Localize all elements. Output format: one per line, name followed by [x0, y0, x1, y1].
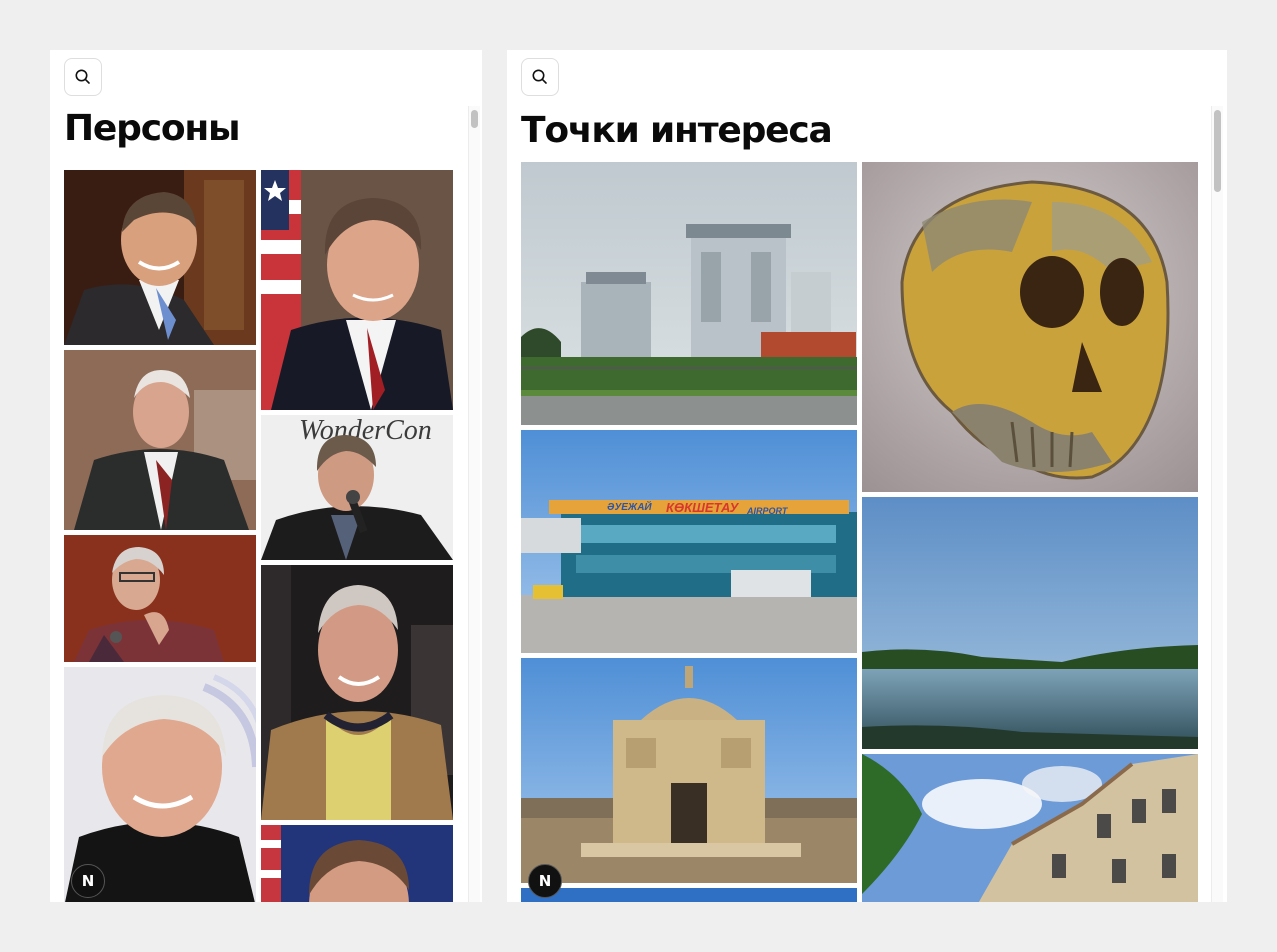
person-photo[interactable] [64, 535, 256, 662]
scrollbar-thumb[interactable] [1214, 110, 1221, 192]
airport-sign-right: AIRPORT [746, 506, 789, 516]
poi-photo-airport[interactable]: ӘУЕЖАЙ КӨКШЕТАУ AIRPORT [521, 430, 857, 653]
scrollbar[interactable] [1211, 106, 1223, 902]
poi-photo-lake[interactable] [862, 497, 1198, 749]
person-photo[interactable] [261, 565, 453, 820]
poi-photo[interactable] [521, 888, 857, 902]
pois-panel: Точки интереса ӘУЕЖАЙ КӨКШЕТАУ AIRPORT N [507, 50, 1227, 902]
person-photo[interactable] [64, 350, 256, 530]
search-icon [75, 69, 90, 84]
airport-sign-center: КӨКШЕТАУ [666, 500, 740, 515]
search-button[interactable] [521, 58, 559, 96]
person-photo[interactable] [64, 170, 256, 345]
person-photo[interactable] [261, 170, 453, 410]
poi-photo-skull[interactable] [862, 162, 1198, 492]
search-button[interactable] [64, 58, 102, 96]
airport-sign-left: ӘУЕЖАЙ [607, 500, 652, 513]
page-title: Точки интереса [521, 110, 833, 151]
person-photo[interactable] [261, 825, 453, 902]
poi-photo-city-building[interactable] [862, 754, 1198, 902]
nextjs-logo-icon[interactable]: N [71, 864, 105, 898]
scrollbar[interactable] [468, 106, 480, 902]
person-photo[interactable]: WonderCon [261, 415, 453, 560]
poi-photo-power-plant[interactable] [521, 162, 857, 425]
page-title: Персоны [64, 108, 241, 149]
nextjs-logo-icon[interactable]: N [528, 864, 562, 898]
scrollbar-thumb[interactable] [471, 110, 478, 128]
poi-photo-mausoleum[interactable] [521, 658, 857, 883]
persons-panel: Персоны WonderCon N [50, 50, 482, 902]
search-icon [532, 69, 547, 84]
